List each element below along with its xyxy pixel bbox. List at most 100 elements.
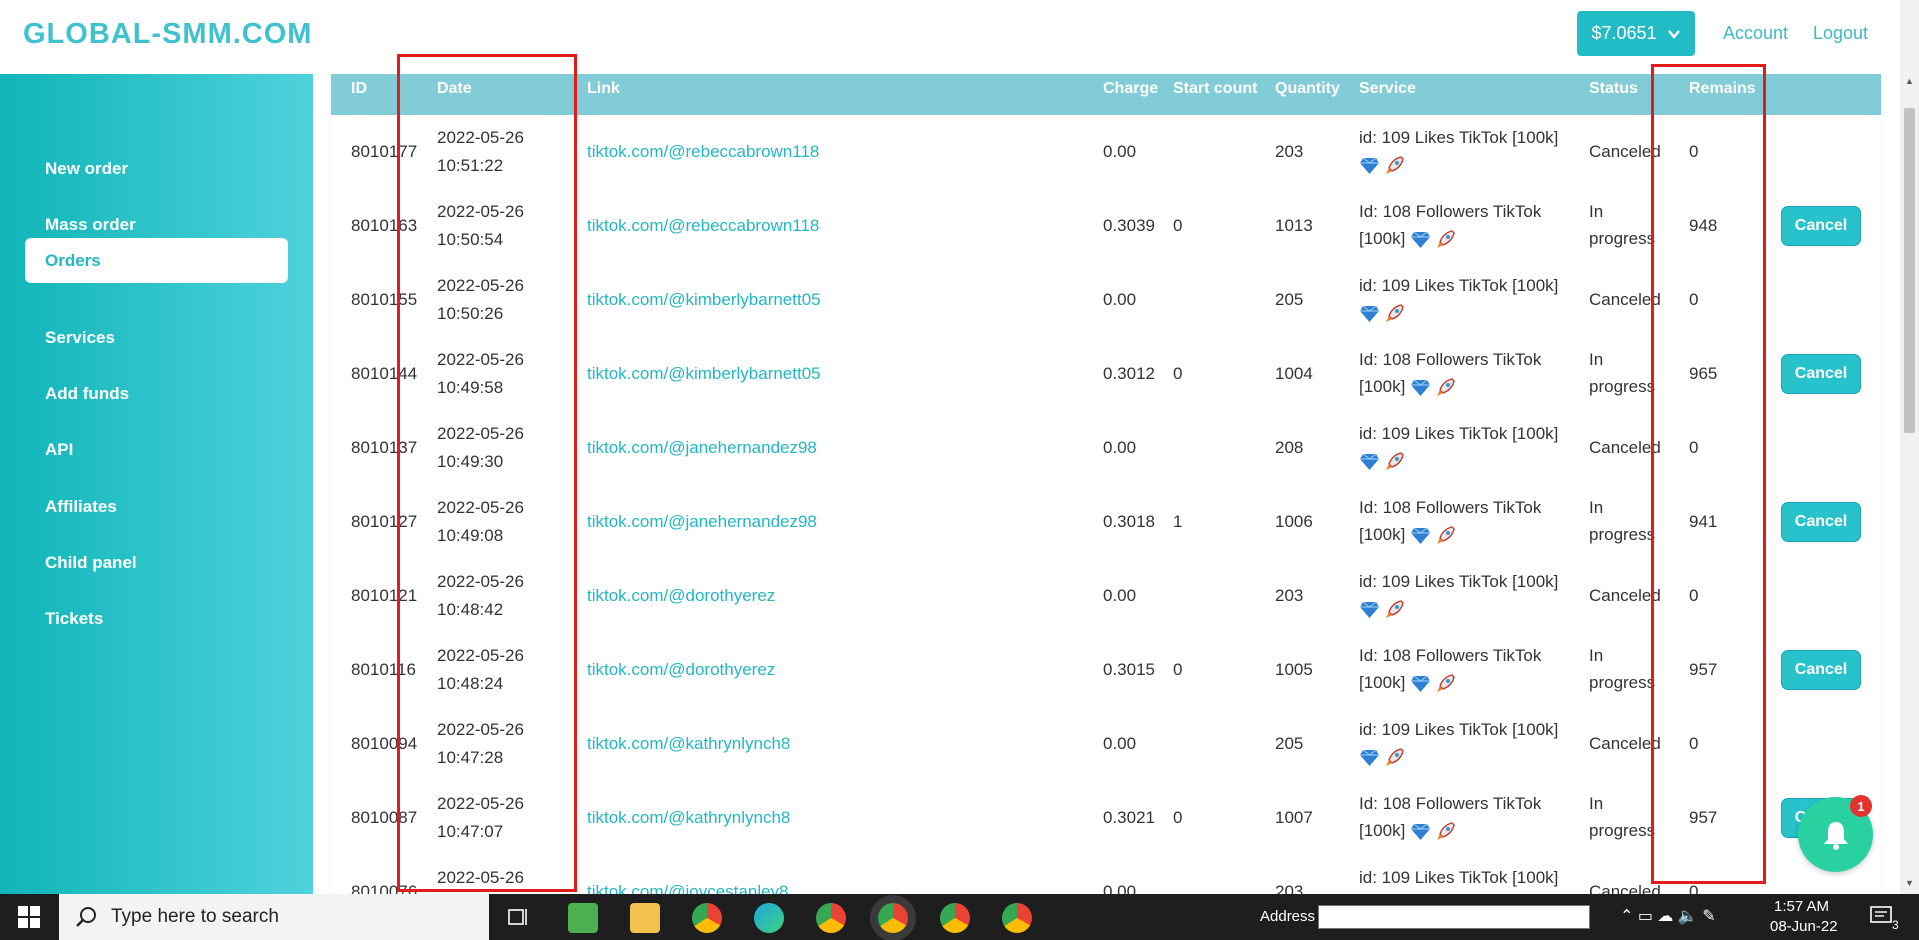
order-id: 8010116 bbox=[351, 660, 416, 679]
order-date: 2022-05-26 bbox=[437, 424, 524, 443]
file-explorer-icon[interactable] bbox=[630, 903, 660, 933]
order-status: In progress bbox=[1589, 202, 1656, 248]
edge-icon[interactable] bbox=[754, 903, 784, 933]
order-charge: 0.00 bbox=[1103, 586, 1137, 605]
order-charge: 0.00 bbox=[1103, 438, 1137, 457]
order-date: 2022-05-26 bbox=[437, 350, 524, 369]
service-emoji-icons bbox=[1359, 451, 1405, 472]
order-service-text: id: 109 Likes TikTok [100k] bbox=[1359, 128, 1559, 147]
order-charge: 0.00 bbox=[1103, 734, 1137, 753]
order-link[interactable]: tiktok.com/@rebeccabrown118 bbox=[587, 138, 819, 165]
order-link[interactable]: tiktok.com/@kathrynlynch8 bbox=[587, 804, 790, 831]
table-row: 8010076 2022-05-26 tiktok.com/@joycestanle… bbox=[331, 855, 1881, 894]
app-stack-icon[interactable] bbox=[568, 903, 598, 933]
order-quantity: 1006 bbox=[1275, 512, 1313, 531]
service-emoji-icons bbox=[1410, 821, 1456, 842]
order-status: Canceled bbox=[1589, 734, 1661, 753]
order-quantity: 1005 bbox=[1275, 660, 1313, 679]
rocket-icon bbox=[1437, 230, 1455, 249]
order-link[interactable]: tiktok.com/@kimberlybarnett05 bbox=[587, 286, 821, 313]
table-row: 8010116 2022-05-26 10:48:24 tiktok.com/@dor… bbox=[331, 633, 1881, 707]
search-placeholder: Type here to search bbox=[111, 906, 279, 927]
chrome-profile-icon[interactable] bbox=[816, 903, 846, 933]
order-remains: 0 bbox=[1689, 438, 1699, 457]
order-status: Canceled bbox=[1589, 438, 1661, 457]
clock-date[interactable]: 08-Jun-22 bbox=[1770, 918, 1838, 935]
order-quantity: 208 bbox=[1275, 438, 1304, 457]
clock-time[interactable]: 1:57 AM bbox=[1774, 898, 1829, 915]
task-view-icon[interactable] bbox=[508, 907, 530, 927]
taskbar-search[interactable]: Type here to search bbox=[59, 894, 489, 940]
diamond-icon bbox=[1360, 453, 1379, 471]
chrome-profile-2-icon[interactable] bbox=[940, 903, 970, 933]
order-link[interactable]: tiktok.com/@kimberlybarnett05 bbox=[587, 360, 821, 387]
col-charge: Charge bbox=[1103, 80, 1159, 97]
order-quantity: 205 bbox=[1275, 290, 1304, 309]
order-remains: 0 bbox=[1689, 290, 1699, 309]
sidebar-item-child-panel[interactable]: Child panel bbox=[25, 540, 288, 585]
order-date: 2022-05-26 bbox=[437, 794, 524, 813]
rocket-icon bbox=[1386, 600, 1404, 619]
scroll-down-icon[interactable]: ▼ bbox=[1905, 878, 1914, 888]
order-remains: 965 bbox=[1689, 364, 1718, 383]
cancel-button[interactable]: Cancel bbox=[1781, 206, 1861, 246]
tray-icons[interactable]: ⌃ ▭ ☁ 🔈 ✎ bbox=[1620, 906, 1716, 926]
sidebar-item-tickets[interactable]: Tickets bbox=[25, 596, 288, 641]
service-emoji-icons bbox=[1410, 673, 1456, 694]
table-row: 8010094 2022-05-26 10:47:28 tiktok.com/@kat… bbox=[331, 707, 1881, 781]
col-id: ID bbox=[351, 80, 367, 97]
order-status: In progress bbox=[1589, 498, 1656, 544]
cancel-button[interactable]: Cancel bbox=[1781, 650, 1861, 690]
cancel-button[interactable]: Cancel bbox=[1781, 502, 1861, 542]
order-service-text: id: 109 Likes TikTok [100k] bbox=[1359, 720, 1559, 739]
action-center-icon[interactable] bbox=[1870, 906, 1894, 928]
notification-button[interactable]: 1 bbox=[1798, 795, 1873, 872]
col-link: Link bbox=[587, 80, 620, 97]
sidebar-item-new-order[interactable]: New order bbox=[25, 146, 288, 191]
order-link[interactable]: tiktok.com/@janehernandez98 bbox=[587, 508, 817, 535]
rocket-icon bbox=[1386, 748, 1404, 767]
order-link[interactable]: tiktok.com/@dorothyerez bbox=[587, 582, 775, 609]
order-quantity: 1007 bbox=[1275, 808, 1313, 827]
order-link[interactable]: tiktok.com/@kathrynlynch8 bbox=[587, 730, 790, 757]
order-charge: 0.3015 bbox=[1103, 660, 1155, 679]
chrome-active-icon[interactable] bbox=[878, 903, 908, 933]
order-charge: 0.00 bbox=[1103, 882, 1137, 894]
logout-link[interactable]: Logout bbox=[1813, 23, 1868, 44]
table-row: 8010087 2022-05-26 10:47:07 tiktok.com/@kat… bbox=[331, 781, 1881, 855]
scroll-thumb[interactable] bbox=[1904, 108, 1915, 433]
sidebar-item-add-funds[interactable]: Add funds bbox=[25, 371, 288, 416]
order-id: 8010137 bbox=[351, 438, 418, 457]
page-scrollbar[interactable]: ▲ ▼ bbox=[1900, 0, 1919, 894]
order-id: 8010087 bbox=[351, 808, 418, 827]
order-link[interactable]: tiktok.com/@dorothyerez bbox=[587, 656, 775, 683]
scroll-up-icon[interactable]: ▲ bbox=[1905, 76, 1914, 86]
order-link[interactable]: tiktok.com/@joycestanley8 bbox=[587, 878, 789, 894]
sidebar-item-services[interactable]: Services bbox=[25, 315, 288, 360]
address-input[interactable] bbox=[1318, 905, 1590, 929]
order-link[interactable]: tiktok.com/@rebeccabrown118 bbox=[587, 212, 819, 239]
balance-dropdown[interactable]: $7.0651 bbox=[1577, 11, 1695, 56]
col-quantity: Quantity bbox=[1275, 80, 1340, 97]
account-link[interactable]: Account bbox=[1723, 23, 1788, 44]
sidebar-item-api[interactable]: API bbox=[25, 427, 288, 472]
order-time: 10:50:26 bbox=[437, 304, 504, 323]
diamond-icon bbox=[1360, 601, 1379, 619]
order-id: 8010094 bbox=[351, 734, 418, 753]
chrome-profile-3-icon[interactable] bbox=[1002, 903, 1032, 933]
rocket-icon bbox=[1437, 674, 1455, 693]
order-id: 8010163 bbox=[351, 216, 418, 235]
order-date: 2022-05-26 bbox=[437, 720, 524, 739]
site-logo[interactable]: GLOBAL-SMM.COM bbox=[23, 18, 312, 51]
order-link[interactable]: tiktok.com/@janehernandez98 bbox=[587, 434, 817, 461]
windows-start-icon[interactable] bbox=[18, 906, 40, 928]
order-start-count: 0 bbox=[1173, 808, 1183, 827]
order-time: 10:48:24 bbox=[437, 674, 504, 693]
cancel-button[interactable]: Cancel bbox=[1781, 354, 1861, 394]
sidebar-item-affiliates[interactable]: Affiliates bbox=[25, 484, 288, 529]
order-id: 8010127 bbox=[351, 512, 418, 531]
order-start-count: 0 bbox=[1173, 364, 1183, 383]
order-remains: 0 bbox=[1689, 734, 1699, 753]
chrome-icon[interactable] bbox=[692, 903, 722, 933]
sidebar-item-orders[interactable]: Orders bbox=[25, 238, 288, 283]
